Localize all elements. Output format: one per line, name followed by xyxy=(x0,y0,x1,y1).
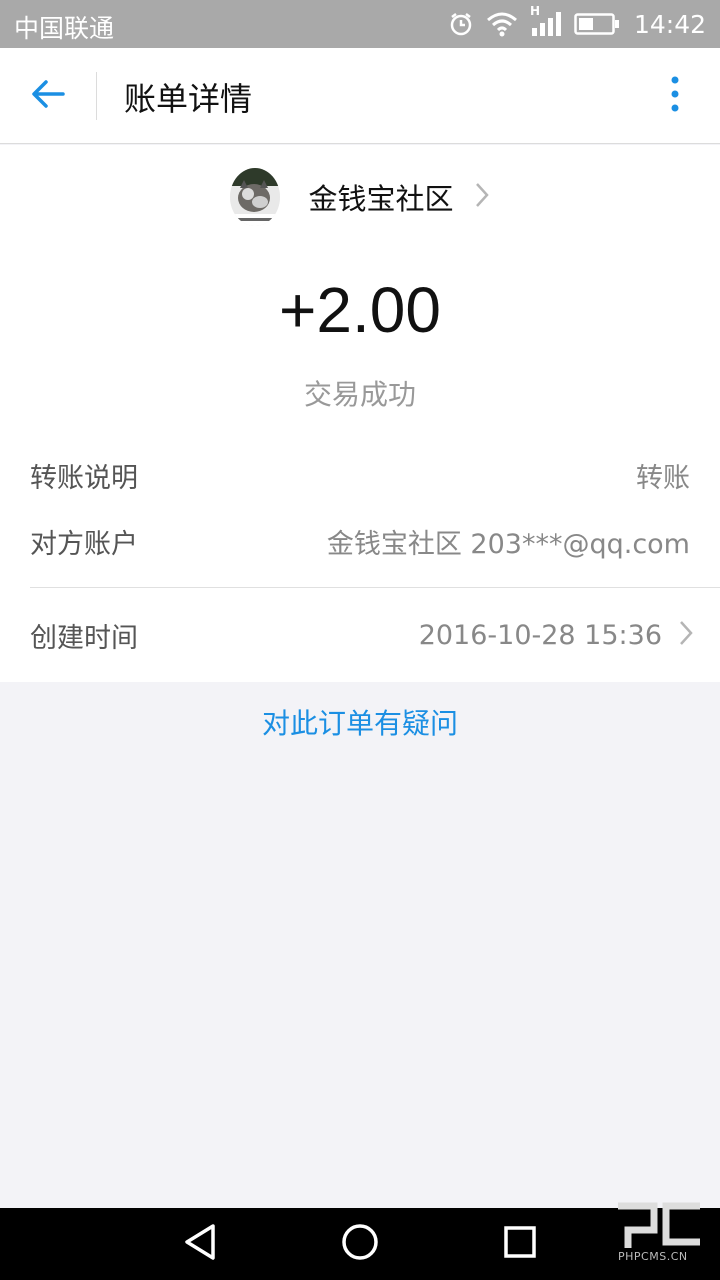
wifi-icon xyxy=(486,11,518,37)
chevron-right-icon xyxy=(678,619,694,651)
nav-home-button[interactable] xyxy=(338,1222,382,1266)
account-label: 对方账户 xyxy=(30,528,138,560)
merchant-name: 金钱宝社区 xyxy=(308,182,454,216)
order-question-link[interactable]: 对此订单有疑问 xyxy=(0,702,720,742)
back-button[interactable] xyxy=(22,72,74,120)
created-time-value-wrap: 2016-10-28 15:36 xyxy=(419,619,694,651)
app-header: 账单详情 xyxy=(0,48,720,144)
transaction-amount: +2.00 xyxy=(279,274,441,346)
memo-row: 转账说明 转账 xyxy=(30,453,690,497)
back-arrow-icon xyxy=(30,79,66,113)
battery-icon xyxy=(574,12,620,36)
merchant-avatar[interactable] xyxy=(230,168,281,226)
transaction-status: 交易成功 xyxy=(303,378,416,411)
more-vertical-icon xyxy=(670,76,680,116)
signal-icon: H xyxy=(530,4,562,38)
header-divider xyxy=(96,72,97,120)
carrier-name: 中国联通 xyxy=(14,14,115,43)
merchant-row[interactable]: 金钱宝社区 xyxy=(0,167,720,227)
memo-label: 转账说明 xyxy=(30,462,138,494)
square-recent-icon xyxy=(503,1225,537,1263)
account-value: 金钱宝社区 203***@qq.com xyxy=(326,528,690,560)
watermark: PHPCMS.CN xyxy=(614,1196,704,1276)
status-icons: H 14:42 xyxy=(448,4,706,42)
row-divider xyxy=(30,587,720,588)
page-title: 账单详情 xyxy=(124,80,253,118)
nav-recent-apps-button[interactable] xyxy=(498,1222,542,1266)
account-row: 对方账户 金钱宝社区 203***@qq.com xyxy=(30,519,690,563)
navigation-bar xyxy=(0,1208,720,1280)
network-type: H xyxy=(529,4,540,18)
created-time-value: 2016-10-28 15:36 xyxy=(418,619,662,651)
clock: 14:42 xyxy=(633,9,706,39)
watermark-text: PHPCMS.CN xyxy=(618,1250,688,1263)
chevron-right-icon xyxy=(474,181,490,213)
status-bar: 中国联通 H 14:42 xyxy=(0,0,720,48)
merchant-name-wrap: 金钱宝社区 xyxy=(308,176,489,218)
alarm-icon xyxy=(448,11,474,37)
created-time-row[interactable]: 创建时间 2016-10-28 15:36 xyxy=(30,613,694,657)
nav-back-button[interactable] xyxy=(178,1222,222,1266)
triangle-back-icon xyxy=(182,1223,218,1265)
created-time-label: 创建时间 xyxy=(30,622,138,654)
memo-value: 转账 xyxy=(636,462,690,494)
more-options-button[interactable] xyxy=(660,76,690,116)
circle-home-icon xyxy=(341,1223,379,1265)
bill-detail-card: 金钱宝社区 +2.00 交易成功 转账说明 转账 对方账户 金钱宝社区 203*… xyxy=(0,145,720,682)
